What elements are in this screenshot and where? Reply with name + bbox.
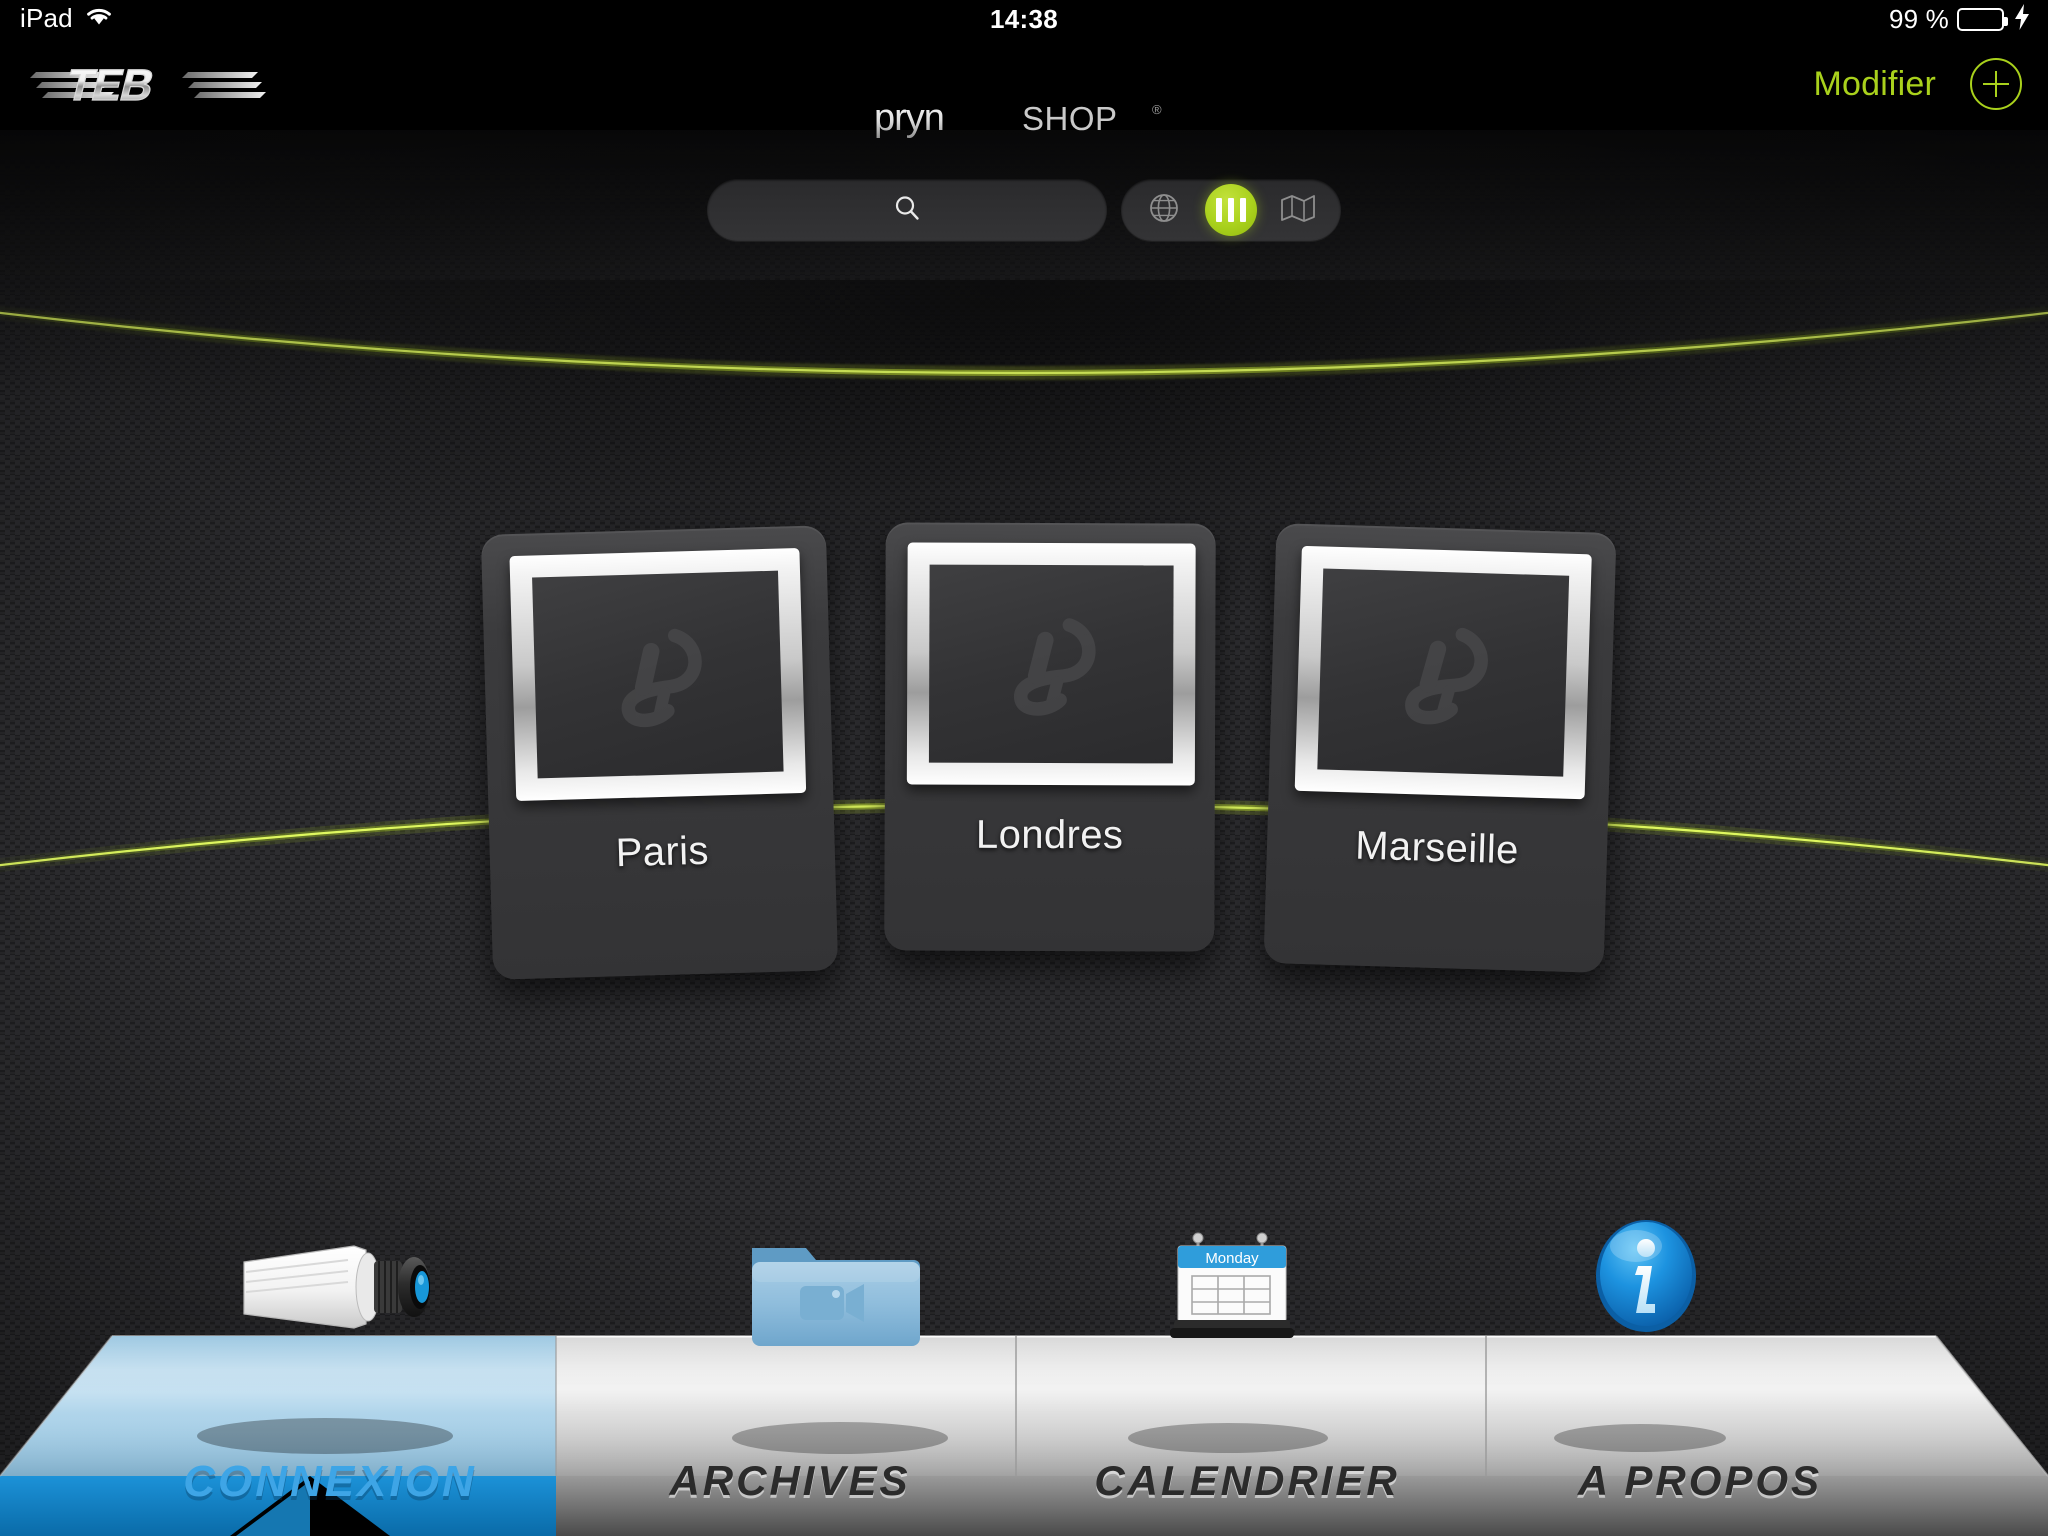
search-toolbar bbox=[0, 130, 2048, 290]
search-input[interactable] bbox=[707, 179, 1107, 241]
camera-thumbnail bbox=[1317, 568, 1570, 777]
tab-calendrier[interactable] bbox=[1016, 1336, 1486, 1536]
camera-name: Marseille bbox=[1354, 823, 1520, 873]
svg-text:TEB: TEB bbox=[61, 62, 158, 110]
edit-button[interactable]: Modifier bbox=[1813, 65, 1936, 104]
brand-trademark: ® bbox=[1152, 102, 1162, 117]
tab-archives[interactable] bbox=[556, 1336, 1016, 1536]
bottom-tab-bar: CONNEXION CONNEXION ARCHIVES ARCHIVES CA… bbox=[0, 1206, 2048, 1536]
status-bar-clock: 14:38 bbox=[990, 4, 1058, 34]
camera-card-paris[interactable]: Paris bbox=[480, 525, 839, 980]
camera-name: Paris bbox=[615, 828, 710, 876]
app-screen: iPad 14:38 99 % TEB pryn SHOP ® Modifier… bbox=[0, 0, 2048, 1536]
camera-grid: Paris Londres Marseille bbox=[0, 395, 2048, 995]
navigation-bar: TEB pryn SHOP ® Modifier bbox=[0, 38, 2048, 139]
teb-logo-icon: TEB bbox=[28, 52, 278, 116]
add-camera-button[interactable] bbox=[1970, 58, 2022, 110]
tab-connexion[interactable] bbox=[0, 1336, 556, 1536]
view-toggle-map[interactable] bbox=[1270, 186, 1326, 234]
view-toggle-control bbox=[1121, 179, 1341, 241]
status-bar-right: 99 % bbox=[1889, 4, 2030, 35]
camera-card-marseille[interactable]: Marseille bbox=[1263, 523, 1617, 973]
columns-icon bbox=[1215, 198, 1246, 222]
view-toggle-globe[interactable] bbox=[1136, 186, 1192, 234]
map-icon bbox=[1280, 193, 1316, 228]
tab-apropos[interactable] bbox=[1486, 1336, 2048, 1536]
camera-card-londres[interactable]: Londres bbox=[884, 522, 1216, 952]
status-bar: iPad 14:38 99 % bbox=[0, 0, 2048, 38]
lightning-bolt-icon bbox=[2014, 4, 2030, 35]
view-toggle-grid[interactable] bbox=[1204, 184, 1257, 236]
battery-percent: 99 % bbox=[1888, 4, 1949, 34]
camera-thumbnail bbox=[928, 564, 1174, 764]
camera-thumbnail bbox=[532, 570, 784, 779]
camera-name: Londres bbox=[975, 812, 1124, 858]
battery-icon bbox=[1957, 8, 2008, 31]
globe-icon bbox=[1147, 191, 1181, 230]
navbar-actions: Modifier bbox=[1813, 38, 2022, 130]
search-icon bbox=[892, 193, 922, 228]
